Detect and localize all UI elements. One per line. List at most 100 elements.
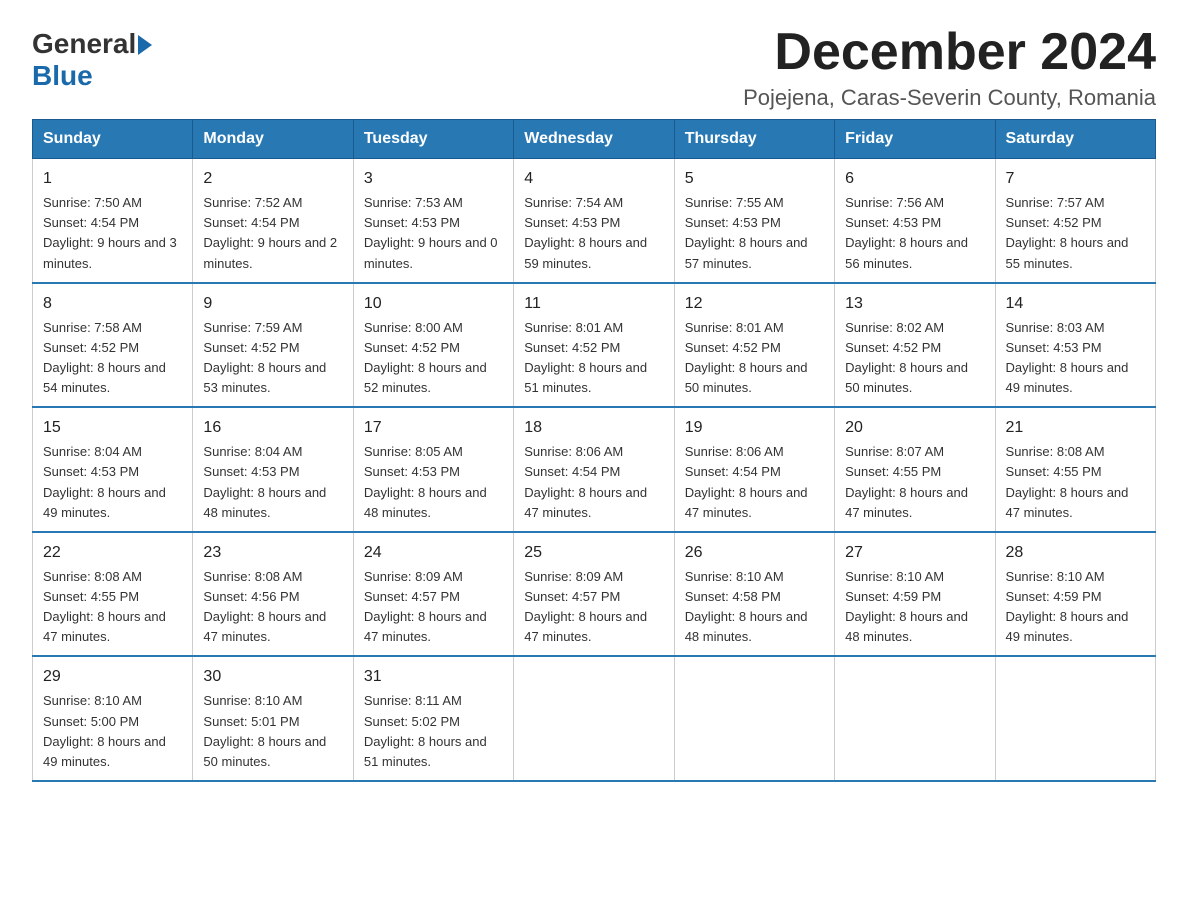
day-number: 26: [685, 541, 824, 565]
calendar-cell: 18 Sunrise: 8:06 AMSunset: 4:54 PMDayligh…: [514, 407, 674, 532]
day-number: 11: [524, 292, 663, 316]
day-number: 15: [43, 416, 182, 440]
calendar-cell: [674, 656, 834, 781]
day-number: 10: [364, 292, 503, 316]
day-number: 13: [845, 292, 984, 316]
day-info: Sunrise: 8:01 AMSunset: 4:52 PMDaylight:…: [524, 320, 647, 395]
day-info: Sunrise: 8:03 AMSunset: 4:53 PMDaylight:…: [1006, 320, 1129, 395]
calendar-table: SundayMondayTuesdayWednesdayThursdayFrid…: [32, 119, 1156, 782]
day-info: Sunrise: 8:08 AMSunset: 4:56 PMDaylight:…: [203, 569, 326, 644]
calendar-cell: 10 Sunrise: 8:00 AMSunset: 4:52 PMDayligh…: [353, 283, 513, 408]
header-wednesday: Wednesday: [514, 120, 674, 159]
day-number: 18: [524, 416, 663, 440]
header-friday: Friday: [835, 120, 995, 159]
calendar-cell: 4 Sunrise: 7:54 AMSunset: 4:53 PMDaylight…: [514, 159, 674, 283]
day-info: Sunrise: 8:01 AMSunset: 4:52 PMDaylight:…: [685, 320, 808, 395]
day-info: Sunrise: 8:10 AMSunset: 4:59 PMDaylight:…: [845, 569, 968, 644]
day-number: 5: [685, 167, 824, 191]
day-info: Sunrise: 7:50 AMSunset: 4:54 PMDaylight:…: [43, 195, 177, 270]
day-number: 22: [43, 541, 182, 565]
calendar-cell: 19Sunrise: 8:06 AMSunset: 4:54 PMDayligh…: [674, 407, 834, 532]
day-number: 23: [203, 541, 342, 565]
logo-blue-text: Blue: [32, 60, 93, 92]
day-number: 29: [43, 665, 182, 689]
day-number: 9: [203, 292, 342, 316]
header-thursday: Thursday: [674, 120, 834, 159]
day-number: 19: [685, 416, 824, 440]
calendar-week-row: 8Sunrise: 7:58 AMSunset: 4:52 PMDaylight…: [33, 283, 1156, 408]
day-info: Sunrise: 8:04 AMSunset: 4:53 PMDaylight:…: [43, 444, 166, 519]
day-number: 24: [364, 541, 503, 565]
day-number: 12: [685, 292, 824, 316]
day-info: Sunrise: 8:08 AMSunset: 4:55 PMDaylight:…: [1006, 444, 1129, 519]
calendar-cell: 29Sunrise: 8:10 AMSunset: 5:00 PMDayligh…: [33, 656, 193, 781]
day-number: 3: [364, 167, 503, 191]
calendar-cell: 27 Sunrise: 8:10 AMSunset: 4:59 PMDayligh…: [835, 532, 995, 657]
calendar-cell: 6 Sunrise: 7:56 AMSunset: 4:53 PMDaylight…: [835, 159, 995, 283]
day-info: Sunrise: 8:02 AMSunset: 4:52 PMDaylight:…: [845, 320, 968, 395]
calendar-cell: 17 Sunrise: 8:05 AMSunset: 4:53 PMDayligh…: [353, 407, 513, 532]
calendar-cell: 14 Sunrise: 8:03 AMSunset: 4:53 PMDayligh…: [995, 283, 1155, 408]
day-info: Sunrise: 7:58 AMSunset: 4:52 PMDaylight:…: [43, 320, 166, 395]
calendar-header-row: SundayMondayTuesdayWednesdayThursdayFrid…: [33, 120, 1156, 159]
calendar-cell: 5 Sunrise: 7:55 AMSunset: 4:53 PMDaylight…: [674, 159, 834, 283]
page-header: General Blue December 2024 Pojejena, Car…: [32, 24, 1156, 111]
day-info: Sunrise: 7:54 AMSunset: 4:53 PMDaylight:…: [524, 195, 647, 270]
calendar-week-row: 22 Sunrise: 8:08 AMSunset: 4:55 PMDayligh…: [33, 532, 1156, 657]
day-number: 4: [524, 167, 663, 191]
day-info: Sunrise: 8:10 AMSunset: 4:59 PMDaylight:…: [1006, 569, 1129, 644]
logo-arrow-icon: [138, 35, 152, 55]
day-number: 21: [1006, 416, 1145, 440]
calendar-cell: 20 Sunrise: 8:07 AMSunset: 4:55 PMDayligh…: [835, 407, 995, 532]
calendar-cell: 25Sunrise: 8:09 AMSunset: 4:57 PMDayligh…: [514, 532, 674, 657]
calendar-cell: 12 Sunrise: 8:01 AMSunset: 4:52 PMDayligh…: [674, 283, 834, 408]
calendar-cell: 1 Sunrise: 7:50 AMSunset: 4:54 PMDaylight…: [33, 159, 193, 283]
day-number: 1: [43, 167, 182, 191]
calendar-cell: 9Sunrise: 7:59 AMSunset: 4:52 PMDaylight…: [193, 283, 353, 408]
location-subtitle: Pojejena, Caras-Severin County, Romania: [743, 85, 1156, 111]
calendar-cell: 24Sunrise: 8:09 AMSunset: 4:57 PMDayligh…: [353, 532, 513, 657]
day-number: 27: [845, 541, 984, 565]
calendar-cell: 28Sunrise: 8:10 AMSunset: 4:59 PMDayligh…: [995, 532, 1155, 657]
calendar-cell: 2 Sunrise: 7:52 AMSunset: 4:54 PMDaylight…: [193, 159, 353, 283]
day-info: Sunrise: 8:00 AMSunset: 4:52 PMDaylight:…: [364, 320, 487, 395]
day-info: Sunrise: 7:52 AMSunset: 4:54 PMDaylight:…: [203, 195, 337, 270]
calendar-cell: 7Sunrise: 7:57 AMSunset: 4:52 PMDaylight…: [995, 159, 1155, 283]
day-number: 17: [364, 416, 503, 440]
month-title: December 2024: [743, 24, 1156, 81]
day-number: 6: [845, 167, 984, 191]
calendar-cell: 22 Sunrise: 8:08 AMSunset: 4:55 PMDayligh…: [33, 532, 193, 657]
header-saturday: Saturday: [995, 120, 1155, 159]
logo-general-text: General: [32, 28, 136, 60]
day-number: 7: [1006, 167, 1145, 191]
calendar-cell: [514, 656, 674, 781]
day-info: Sunrise: 8:06 AMSunset: 4:54 PMDaylight:…: [524, 444, 647, 519]
day-info: Sunrise: 8:08 AMSunset: 4:55 PMDaylight:…: [43, 569, 166, 644]
day-number: 31: [364, 665, 503, 689]
header-tuesday: Tuesday: [353, 120, 513, 159]
logo: General Blue: [32, 28, 152, 92]
calendar-cell: [835, 656, 995, 781]
calendar-week-row: 15 Sunrise: 8:04 AMSunset: 4:53 PMDayligh…: [33, 407, 1156, 532]
calendar-cell: 13 Sunrise: 8:02 AMSunset: 4:52 PMDayligh…: [835, 283, 995, 408]
calendar-cell: 11 Sunrise: 8:01 AMSunset: 4:52 PMDayligh…: [514, 283, 674, 408]
calendar-week-row: 29Sunrise: 8:10 AMSunset: 5:00 PMDayligh…: [33, 656, 1156, 781]
title-block: December 2024 Pojejena, Caras-Severin Co…: [743, 24, 1156, 111]
day-number: 25: [524, 541, 663, 565]
calendar-cell: 23 Sunrise: 8:08 AMSunset: 4:56 PMDayligh…: [193, 532, 353, 657]
calendar-cell: [995, 656, 1155, 781]
day-number: 20: [845, 416, 984, 440]
day-info: Sunrise: 8:07 AMSunset: 4:55 PMDaylight:…: [845, 444, 968, 519]
day-info: Sunrise: 7:55 AMSunset: 4:53 PMDaylight:…: [685, 195, 808, 270]
calendar-cell: 15 Sunrise: 8:04 AMSunset: 4:53 PMDayligh…: [33, 407, 193, 532]
calendar-cell: 26Sunrise: 8:10 AMSunset: 4:58 PMDayligh…: [674, 532, 834, 657]
calendar-cell: 21 Sunrise: 8:08 AMSunset: 4:55 PMDayligh…: [995, 407, 1155, 532]
calendar-cell: 16Sunrise: 8:04 AMSunset: 4:53 PMDayligh…: [193, 407, 353, 532]
day-info: Sunrise: 7:56 AMSunset: 4:53 PMDaylight:…: [845, 195, 968, 270]
day-number: 14: [1006, 292, 1145, 316]
calendar-cell: 8Sunrise: 7:58 AMSunset: 4:52 PMDaylight…: [33, 283, 193, 408]
header-monday: Monday: [193, 120, 353, 159]
day-info: Sunrise: 8:05 AMSunset: 4:53 PMDaylight:…: [364, 444, 487, 519]
calendar-cell: 31Sunrise: 8:11 AMSunset: 5:02 PMDayligh…: [353, 656, 513, 781]
day-number: 2: [203, 167, 342, 191]
